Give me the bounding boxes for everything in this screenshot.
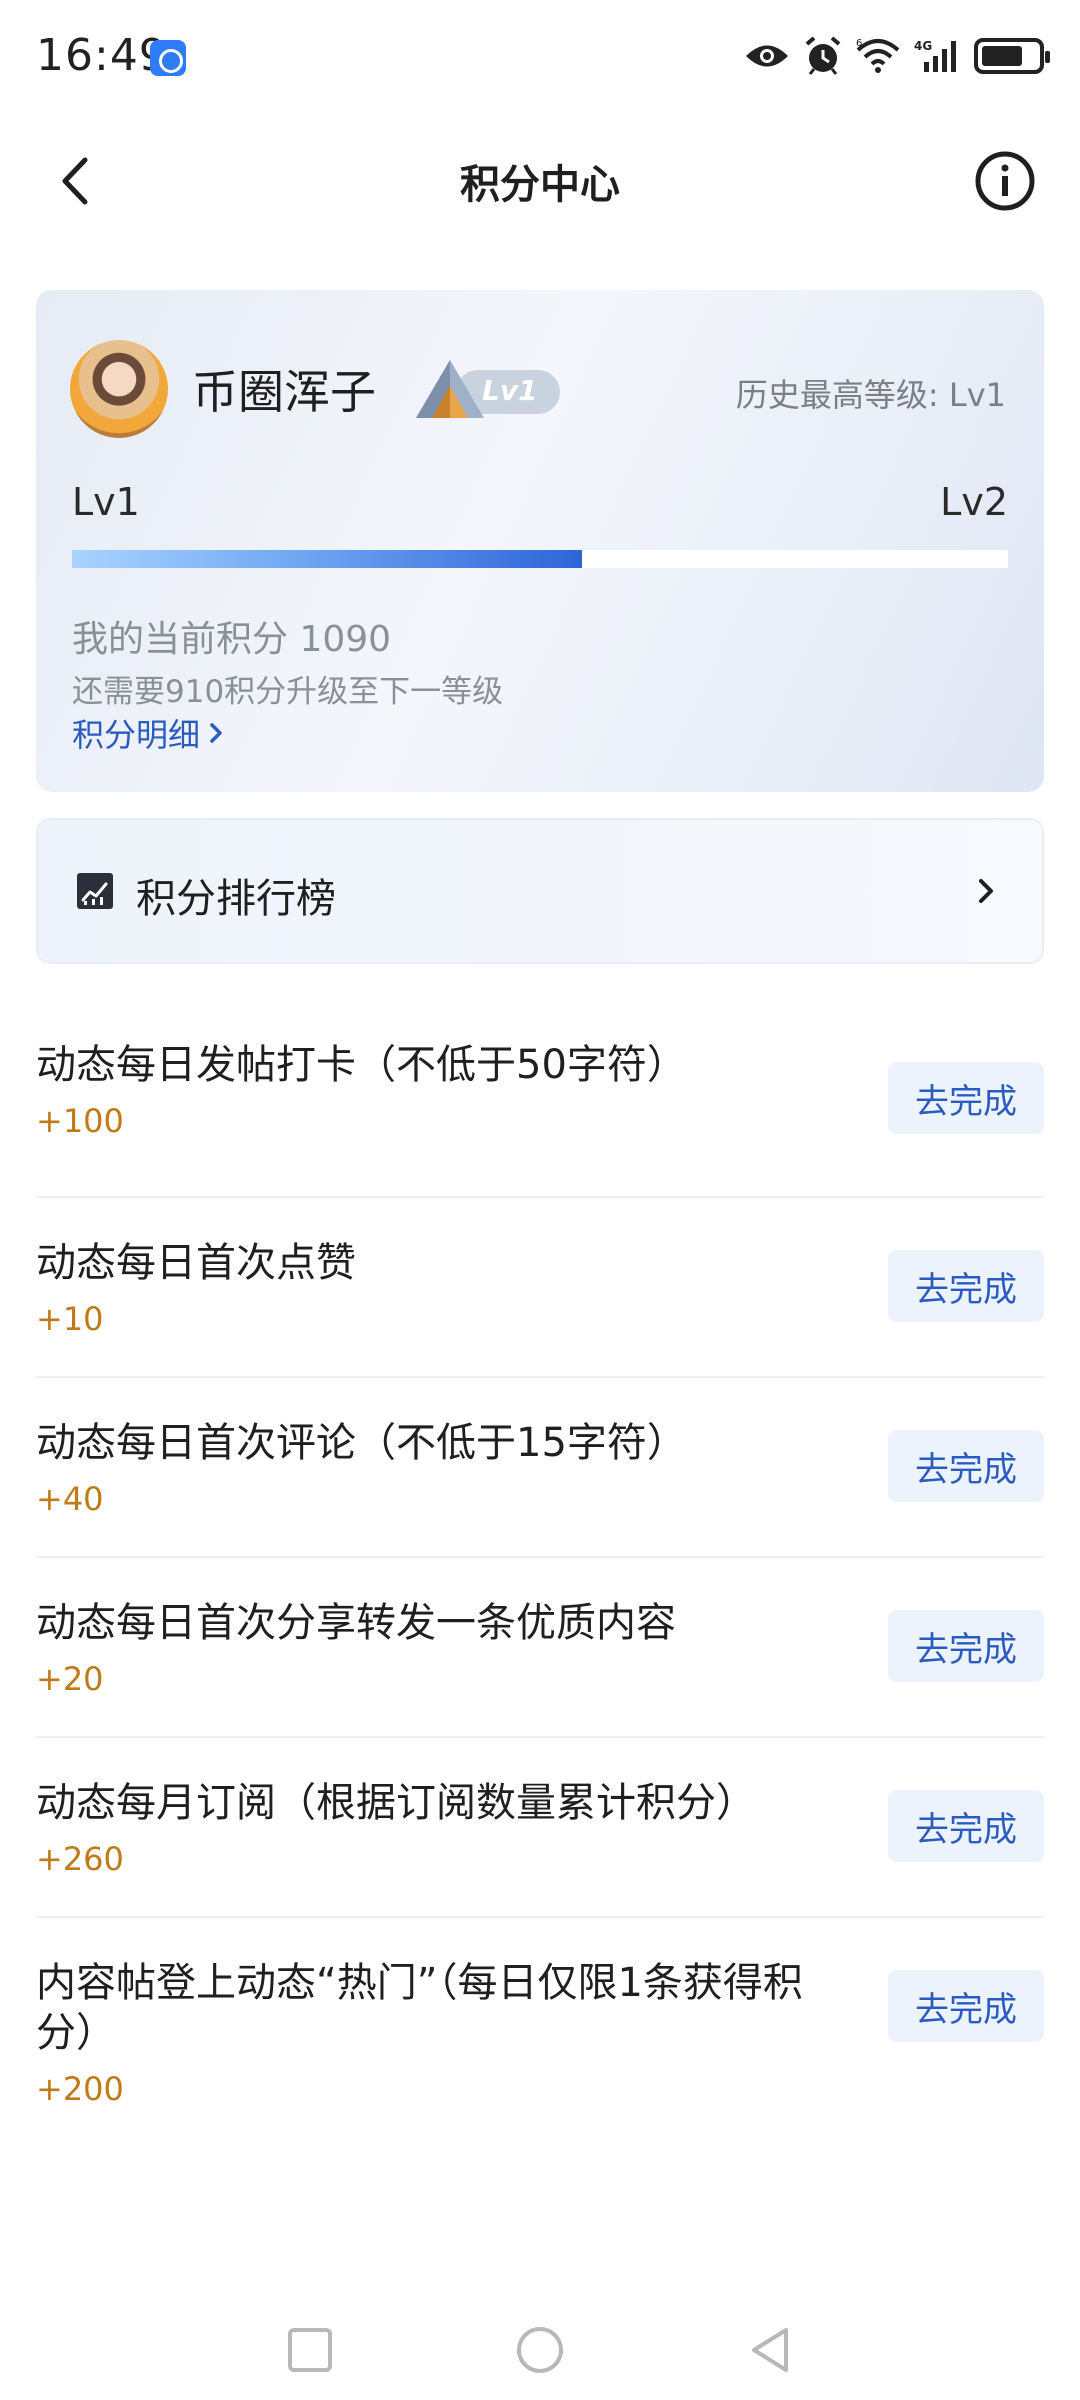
- history-level: 历史最高等级: Lv1: [735, 376, 1006, 414]
- task-row: 动态每日首次评论（不低于15字符） +40 去完成: [36, 1378, 1044, 1558]
- battery-icon: [974, 38, 1050, 74]
- level-start-label: Lv1: [72, 480, 140, 524]
- wifi-icon: 6: [856, 38, 900, 73]
- alarm-icon: [805, 36, 841, 75]
- system-nav-bar: [0, 2300, 1080, 2400]
- task-title: 动态每日首次评论（不低于15字符）: [36, 1420, 687, 1466]
- level-card: 币圈浑子 Lv1 历史最高等级: Lv1 Lv1 Lv2 我的当前积分 1090…: [36, 290, 1044, 792]
- level-progress-fill: [72, 550, 583, 568]
- level-badge-icon: [416, 360, 484, 418]
- username: 币圈浑子: [192, 365, 376, 419]
- task-row: 动态每日首次点赞 +10 去完成: [36, 1198, 1044, 1378]
- svg-text:4G: 4G: [914, 39, 932, 53]
- task-points: +200: [36, 2070, 124, 2108]
- task-row: 动态每月订阅（根据订阅数量累计积分） +260 去完成: [36, 1738, 1044, 1918]
- status-icons: 6 4G: [744, 32, 1050, 80]
- chart-icon: [77, 873, 113, 909]
- task-title: 动态每月订阅（根据订阅数量累计积分）: [36, 1780, 756, 1826]
- task-title: 动态每日首次分享转发一条优质内容: [36, 1600, 676, 1646]
- task-list: 动态每日发帖打卡（不低于50字符） +100 去完成 动态每日首次点赞 +10 …: [36, 1020, 1044, 2148]
- go-complete-button[interactable]: 去完成: [888, 1970, 1044, 2042]
- task-title: 动态每日首次点赞: [36, 1240, 356, 1286]
- current-points: 我的当前积分 1090: [72, 619, 392, 660]
- avatar[interactable]: [70, 340, 168, 438]
- ranking-label: 积分排行榜: [136, 876, 336, 922]
- info-icon: [975, 151, 1035, 211]
- task-row: 内容帖登上动态“热门”（每日仅限1条获得积分） +200 去完成: [36, 1918, 1044, 2148]
- ranking-entry[interactable]: 积分排行榜: [36, 818, 1044, 964]
- chevron-right-icon: [210, 723, 222, 743]
- points-needed: 还需要910积分升级至下一等级: [72, 674, 504, 710]
- points-detail-label: 积分明细: [72, 716, 201, 754]
- status-time: 16:49: [36, 30, 168, 81]
- level-progress-bar: [72, 550, 1008, 568]
- level-badge-label: Lv1: [482, 374, 538, 407]
- back-nav-icon[interactable]: [742, 2322, 798, 2378]
- info-button[interactable]: [970, 146, 1040, 216]
- level-badge: Lv1: [410, 360, 570, 422]
- header: 积分中心: [0, 116, 1080, 246]
- status-bar: 16:49 6 4G: [0, 0, 1080, 116]
- page-title: 积分中心: [460, 162, 620, 208]
- task-row: 动态每日发帖打卡（不低于50字符） +100 去完成: [36, 1020, 1044, 1198]
- task-title: 动态每日发帖打卡（不低于50字符）: [36, 1042, 687, 1088]
- task-row: 动态每日首次分享转发一条优质内容 +20 去完成: [36, 1558, 1044, 1738]
- eye-icon: [746, 45, 788, 67]
- go-complete-button[interactable]: 去完成: [888, 1430, 1044, 1502]
- recents-icon[interactable]: [282, 2322, 338, 2378]
- go-complete-button[interactable]: 去完成: [888, 1610, 1044, 1682]
- chevron-right-icon: [979, 879, 993, 903]
- signal-4g-icon: 4G: [914, 39, 956, 72]
- go-complete-button[interactable]: 去完成: [888, 1790, 1044, 1862]
- home-icon[interactable]: [512, 2322, 568, 2378]
- svg-text:6: 6: [856, 38, 862, 49]
- task-title: 内容帖登上动态“热门”（每日仅限1条获得积分）: [36, 1960, 803, 2056]
- go-complete-button[interactable]: 去完成: [888, 1250, 1044, 1322]
- go-complete-button[interactable]: 去完成: [888, 1062, 1044, 1134]
- app-notification-icon: [150, 40, 186, 76]
- level-end-label: Lv2: [940, 480, 1008, 524]
- points-detail-link[interactable]: 积分明细: [72, 710, 224, 756]
